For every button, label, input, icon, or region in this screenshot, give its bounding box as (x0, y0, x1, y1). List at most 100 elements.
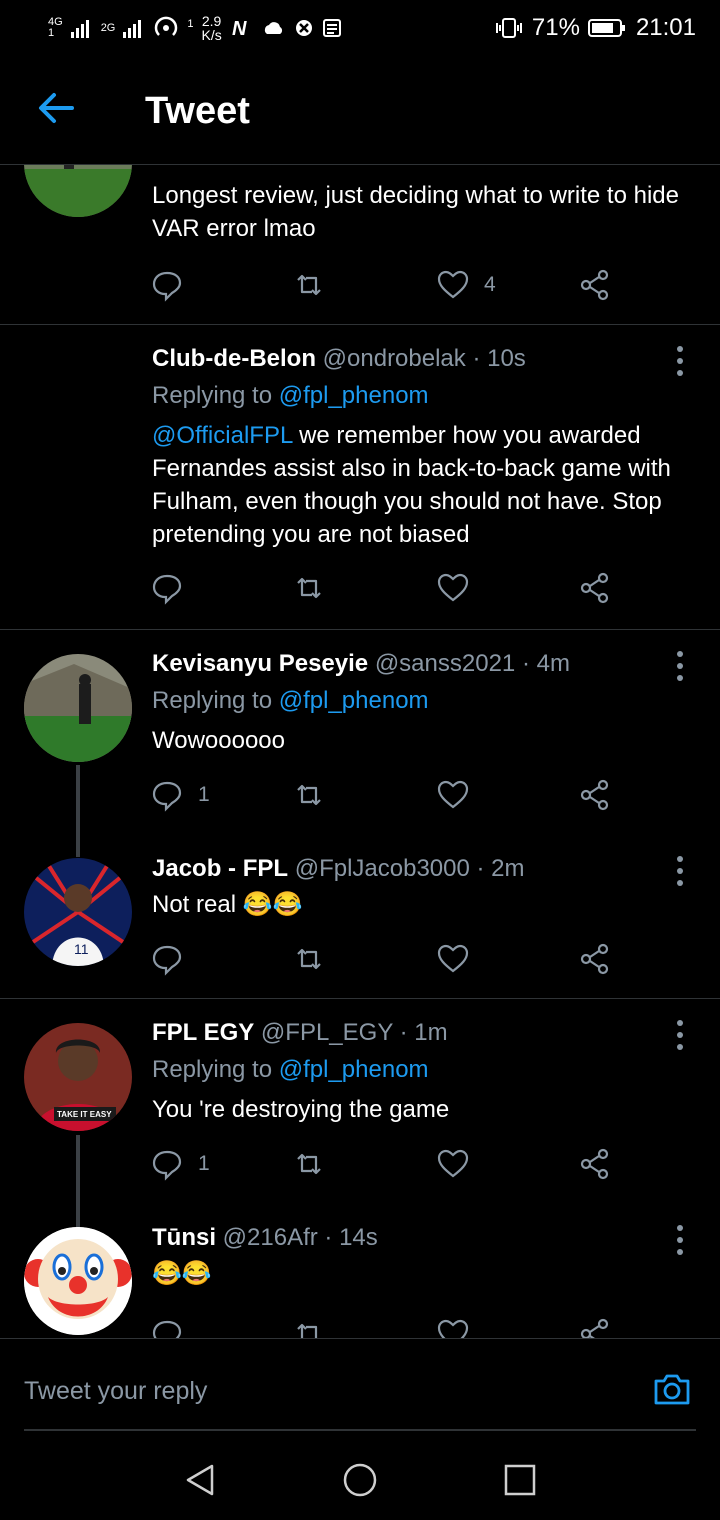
author-name[interactable]: Club-de-Belon (152, 345, 316, 372)
share-button[interactable] (578, 1144, 612, 1184)
tweet-meta: Kevisanyu Peseyie @sanss2021 · 4m (152, 650, 570, 678)
nav-home-icon[interactable] (340, 1460, 380, 1500)
share-button[interactable] (578, 568, 612, 608)
replying-to: Replying to @fpl_phenom (152, 382, 429, 409)
share-button[interactable] (578, 1314, 612, 1338)
reply-button[interactable]: 1 (150, 1144, 210, 1184)
reply-input[interactable]: Tweet your reply (24, 1377, 207, 1406)
retweet-button[interactable] (292, 1314, 326, 1338)
avatar[interactable] (24, 1227, 132, 1335)
reply-icon (152, 781, 182, 812)
like-button[interactable] (436, 939, 470, 979)
retweet-button[interactable] (292, 265, 326, 305)
retweet-button[interactable] (292, 568, 326, 608)
tweet-actions (150, 939, 630, 979)
share-button[interactable] (578, 775, 612, 815)
like-button[interactable] (436, 1144, 470, 1184)
reply-icon (152, 1320, 182, 1338)
tweet-text: Longest review, just deciding what to wr… (152, 182, 679, 242)
avatar[interactable]: TAKE IT EASY (24, 1023, 132, 1131)
replying-to: Replying to @fpl_phenom (152, 687, 429, 714)
like-button[interactable] (436, 775, 470, 815)
reply-button[interactable] (150, 939, 184, 979)
mention-link[interactable]: @fpl_phenom (279, 382, 429, 409)
hotspot-count: 1 (187, 17, 194, 30)
cloud-icon (264, 22, 282, 34)
author-handle[interactable]: @FPL_EGY (261, 1019, 393, 1046)
nav-back-icon[interactable] (180, 1460, 220, 1500)
n-icon: N (232, 18, 247, 38)
tweet-card[interactable]: Tūnsi @216Afr · 14s 😂😂 (0, 1204, 720, 1338)
retweet-button[interactable] (292, 1144, 326, 1184)
vibrate-icon (495, 18, 522, 38)
svg-text:TAKE IT EASY: TAKE IT EASY (57, 1110, 112, 1119)
more-options-icon[interactable] (668, 1017, 692, 1053)
share-icon (580, 1318, 609, 1338)
status-bar: 4G 1 2G 1 2.9 K/s N 71% 21:01 (0, 0, 720, 56)
tweet-time: · 4m (521, 650, 570, 677)
tweet-card[interactable]: Club-de-Belon @ondrobelak · 10s Replying… (0, 325, 720, 630)
tweet-time: · 10s (472, 345, 526, 372)
reply-button[interactable] (150, 1314, 184, 1338)
tweet-card[interactable]: TAKE IT EASY FPL EGY @FPL_EGY · 1m Reply… (0, 999, 720, 1199)
author-handle[interactable]: @ondrobelak (323, 345, 466, 372)
more-options-icon[interactable] (668, 1222, 692, 1258)
tweet-text: You 're destroying the game (152, 1096, 450, 1123)
heart-icon (437, 573, 469, 602)
tweet-meta: FPL EGY @FPL_EGY · 1m (152, 1019, 448, 1047)
reply-button[interactable] (150, 265, 184, 305)
heart-icon (437, 1149, 469, 1178)
more-options-icon[interactable] (668, 853, 692, 889)
mention-link[interactable]: @fpl_phenom (279, 687, 429, 714)
tweet-text: Not real 😂😂 (152, 891, 303, 918)
avatar[interactable] (24, 165, 132, 217)
retweet-button[interactable] (292, 775, 326, 815)
heart-icon (437, 944, 469, 973)
tweet-card[interactable]: Longest review, just deciding what to wr… (0, 165, 720, 325)
tweet-actions: 1 (150, 1144, 630, 1184)
like-button[interactable]: 4 (436, 265, 496, 305)
tweet-meta: Tūnsi @216Afr · 14s (152, 1224, 378, 1252)
like-button[interactable] (436, 568, 470, 608)
tweet-card[interactable]: 11 Jacob - FPL @FplJacob3000 · 2m Not re… (0, 835, 720, 997)
retweet-icon (297, 1323, 318, 1338)
author-name[interactable]: Jacob - FPL (152, 855, 288, 882)
tweet-meta: Club-de-Belon @ondrobelak · 10s (152, 345, 526, 373)
hotspot-icon (155, 16, 178, 36)
heart-icon (437, 780, 469, 809)
page-title: Tweet (145, 90, 250, 132)
mention-link[interactable]: @OfficialFPL (152, 422, 292, 449)
network-2g-label: 2G (100, 21, 116, 34)
retweet-icon (297, 274, 321, 296)
reply-underline (24, 1429, 696, 1431)
author-name[interactable]: Tūnsi (152, 1224, 216, 1251)
camera-icon[interactable] (650, 1367, 694, 1411)
like-button[interactable] (436, 1314, 470, 1338)
share-button[interactable] (578, 265, 612, 305)
reply-icon (152, 271, 182, 302)
author-name[interactable]: Kevisanyu Peseyie (152, 650, 368, 677)
tweet-text: 😂😂 (152, 1260, 212, 1287)
author-handle[interactable]: @sanss2021 (375, 650, 515, 677)
reply-button[interactable] (150, 568, 184, 608)
retweet-button[interactable] (292, 939, 326, 979)
nav-recents-icon[interactable] (500, 1460, 540, 1500)
retweet-icon (297, 577, 321, 599)
mention-link[interactable]: @fpl_phenom (279, 1056, 429, 1083)
tweet-card[interactable]: Kevisanyu Peseyie @sanss2021 · 4m Replyi… (0, 630, 720, 830)
share-button[interactable] (578, 939, 612, 979)
reply-icon (152, 574, 182, 605)
reply-composer[interactable]: Tweet your reply (0, 1338, 720, 1431)
back-arrow-icon[interactable] (34, 86, 78, 130)
tweet-text: @OfficialFPL we remember how you awarded… (152, 422, 671, 548)
reply-button[interactable]: 1 (150, 775, 210, 815)
tweet-actions (150, 1314, 630, 1338)
author-handle[interactable]: @FplJacob3000 (295, 855, 470, 882)
author-name[interactable]: FPL EGY (152, 1019, 254, 1046)
replies-feed[interactable]: Longest review, just deciding what to wr… (0, 165, 720, 1338)
avatar[interactable]: 11 (24, 858, 132, 966)
more-options-icon[interactable] (668, 343, 692, 379)
avatar[interactable] (24, 654, 132, 762)
author-handle[interactable]: @216Afr (223, 1224, 318, 1251)
more-options-icon[interactable] (668, 648, 692, 684)
